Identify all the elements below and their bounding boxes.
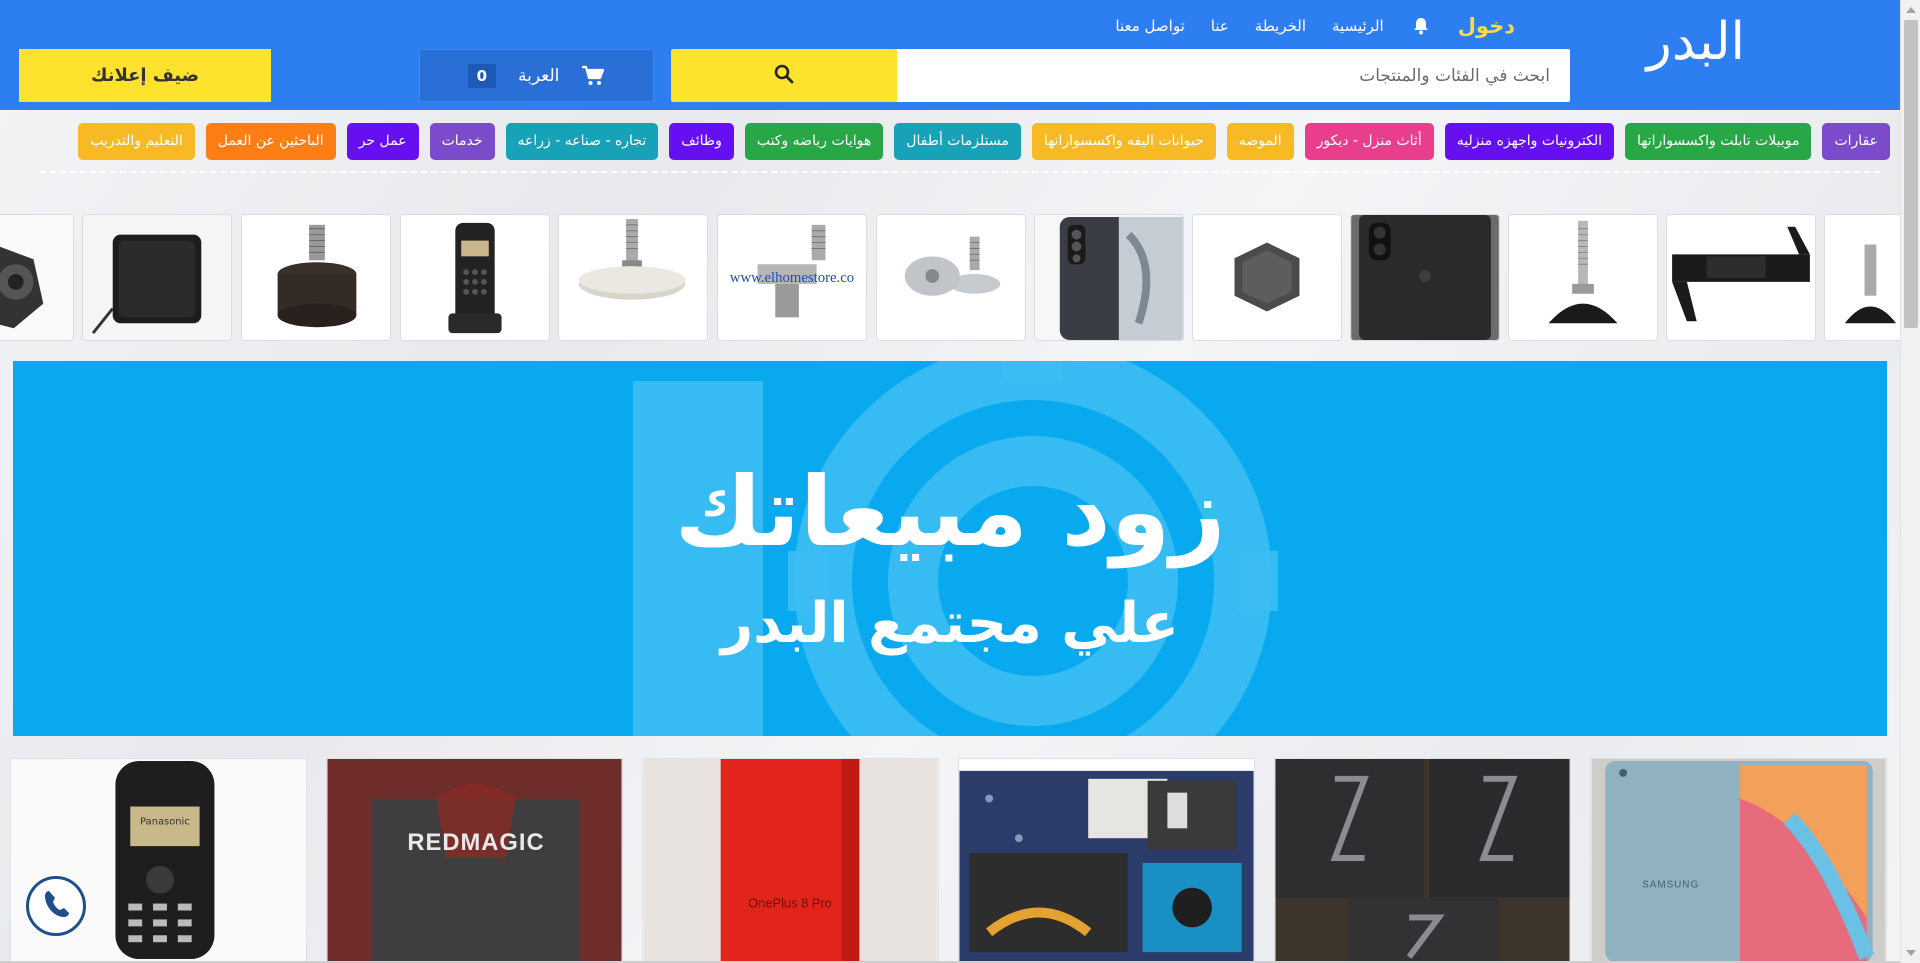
category-chip[interactable]: التعليم والتدريب	[78, 123, 195, 160]
category-chip[interactable]: الباحثين عن العمل	[205, 123, 336, 160]
nav-contact[interactable]: تواصل معنا	[1115, 17, 1184, 35]
search-icon	[774, 64, 794, 87]
header-bar: البدر دخول الرئيسية الخريطة عنا تواصل مع…	[0, 0, 1900, 110]
product-card-samsung-tab[interactable]: SAMSUNG	[1590, 758, 1887, 963]
add-ad-button[interactable]: ضيف إعلانك	[19, 49, 271, 102]
thumb-foot-screw[interactable]	[1508, 214, 1658, 341]
search-bar	[671, 49, 1570, 102]
banner-headline: زود مبيعاتك	[674, 456, 1226, 568]
thumb-charger[interactable]	[82, 214, 232, 341]
scrollbar-thumb[interactable]	[1904, 20, 1918, 328]
call-button[interactable]	[26, 876, 86, 936]
category-chip[interactable]: أثاث منزل - ديكور	[1304, 123, 1434, 160]
thumb-foot-screw-black[interactable]	[241, 214, 391, 341]
category-chip[interactable]: هوايات رياضه وكتب	[744, 123, 884, 160]
cart-button[interactable]: 0 العربة	[419, 49, 654, 102]
category-chip[interactable]: عمل حر	[346, 123, 419, 160]
product-card-zfold[interactable]	[1274, 758, 1571, 963]
product-card-bundle[interactable]	[958, 758, 1255, 963]
category-chip[interactable]: عقارات	[1822, 123, 1890, 160]
category-chip[interactable]: الموضه	[1226, 123, 1294, 160]
product-card-oneplus[interactable]: OnePlus 8 Pro	[642, 758, 939, 963]
oneplus-brand: OnePlus 8 Pro	[748, 896, 832, 911]
thumb-galaxy[interactable]	[1034, 214, 1184, 341]
category-chip[interactable]: حيوانات اليفه واكسسواراتها	[1031, 123, 1216, 160]
category-chip[interactable]: موبيلات تابلت واكسسواراتها	[1625, 123, 1812, 160]
nav-map[interactable]: الخريطة	[1255, 17, 1306, 35]
thumb-strap[interactable]	[1666, 214, 1816, 341]
bell-icon[interactable]	[1410, 15, 1432, 37]
scroll-up-icon[interactable]	[1906, 7, 1916, 13]
thumb-bolt-store[interactable]: www.elhomestore.co	[717, 214, 867, 341]
search-button[interactable]	[671, 49, 897, 102]
category-chip[interactable]: تجاره - صناعه - زراعه	[505, 123, 659, 160]
phone-icon	[40, 888, 72, 924]
product-card-redmagic[interactable]: REDMAGIC	[326, 758, 623, 963]
category-chip[interactable]: وظائف	[669, 123, 734, 160]
thumb-iphone[interactable]	[1350, 214, 1500, 341]
cart-icon	[581, 65, 605, 87]
cart-count: 0	[467, 63, 497, 88]
thumb-foot-pair[interactable]	[876, 214, 1026, 341]
page: البدر دخول الرئيسية الخريطة عنا تواصل مع…	[0, 0, 1900, 963]
site-logo[interactable]: البدر	[1647, 12, 1745, 72]
thumb-hex-nut[interactable]	[1192, 214, 1342, 341]
product-grid: Panasonic REDMAGIC OnePlus 8 Pro SAMSUNG	[10, 758, 1890, 963]
page-scrollbar[interactable]	[1900, 0, 1920, 963]
thumb-watermark: www.elhomestore.co	[730, 270, 854, 286]
banner-subheadline: علي مجتمع البدر	[720, 591, 1180, 656]
search-input[interactable]	[897, 49, 1570, 102]
nav-about[interactable]: عنا	[1211, 17, 1229, 35]
featured-strip: www.elhomestore.co	[0, 214, 1900, 341]
category-chip[interactable]: خدمات	[429, 123, 495, 160]
category-list: عقارات موبيلات تابلت واكسسواراتها الكتروني…	[78, 123, 1890, 160]
category-chip[interactable]: مستلزمات أطفال	[894, 123, 1021, 160]
promo-banner[interactable]: زود مبيعاتك علي مجتمع البدر	[13, 361, 1887, 736]
thumb-part[interactable]	[0, 214, 74, 341]
cart-label: العربة	[518, 65, 560, 86]
thumb-panasonic-phone[interactable]	[400, 214, 550, 341]
redmagic-brand: REDMAGIC	[407, 829, 544, 856]
thumb-foot-round[interactable]	[558, 214, 708, 341]
scroll-down-icon[interactable]	[1906, 950, 1916, 956]
thumb-part-dark[interactable]	[1824, 214, 1900, 341]
login-link[interactable]: دخول	[1458, 14, 1515, 38]
phone-screen-text: Panasonic	[140, 816, 190, 827]
nav-home[interactable]: الرئيسية	[1332, 17, 1384, 35]
category-chip[interactable]: الكترونيات واجهزه منزليه	[1444, 123, 1615, 160]
category-divider	[40, 171, 1880, 173]
samsung-brand: SAMSUNG	[1642, 880, 1699, 891]
top-nav: دخول الرئيسية الخريطة عنا تواصل معنا	[1115, 14, 1515, 38]
